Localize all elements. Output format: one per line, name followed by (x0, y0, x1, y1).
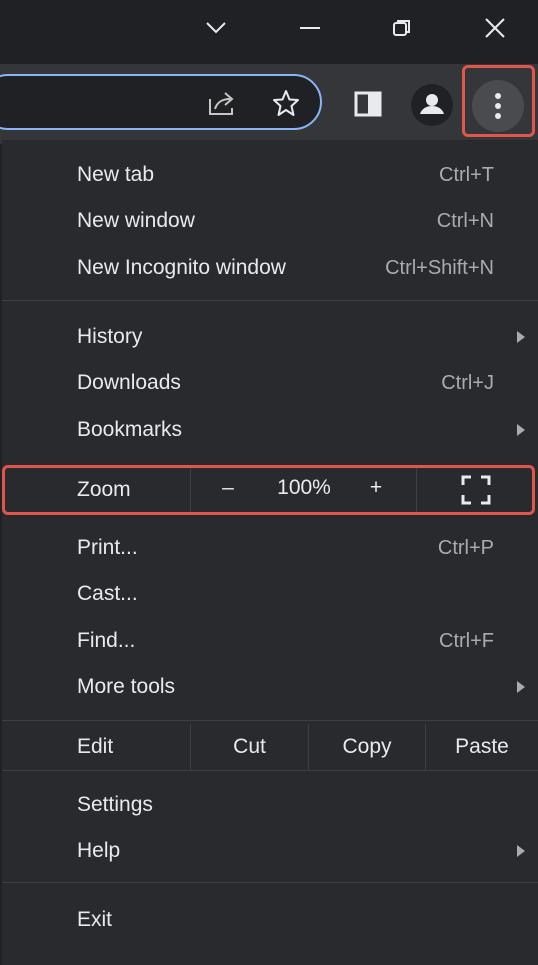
cut-button[interactable]: Cut (191, 724, 308, 770)
zoom-row-highlight (2, 465, 535, 515)
title-bar (0, 0, 538, 64)
side-panel-button[interactable] (350, 86, 386, 122)
menu-item-label: More tools (77, 675, 176, 698)
copy-button[interactable]: Copy (309, 724, 425, 770)
menu-item-label: Help (77, 839, 121, 862)
star-icon (273, 90, 299, 116)
edit-label: Edit (77, 735, 114, 758)
menu-item-label: New window (77, 209, 195, 232)
menu-item-shortcut: Ctrl+N (436, 209, 494, 232)
menu-item-exit[interactable]: Exit (2, 897, 538, 943)
close-icon (485, 18, 505, 38)
tab-search-button[interactable] (196, 10, 236, 46)
menu-item-history[interactable]: History (2, 314, 538, 360)
menu-item-find[interactable]: Find... Ctrl+F (2, 618, 538, 664)
chrome-main-menu: New tab Ctrl+T New window Ctrl+N New Inc… (2, 140, 538, 965)
close-button[interactable] (475, 10, 515, 46)
menu-item-shortcut: Ctrl+J (441, 371, 494, 394)
more-menu-highlight (462, 65, 535, 137)
menu-item-label: Cast... (77, 582, 138, 605)
menu-item-label: Settings (77, 793, 153, 816)
submenu-arrow-icon (517, 845, 525, 857)
menu-item-label: Exit (77, 908, 113, 931)
menu-item-bookmarks[interactable]: Bookmarks (2, 407, 538, 453)
restore-icon (393, 20, 410, 36)
menu-separator (2, 770, 538, 771)
toolbar (0, 64, 538, 144)
menu-item-label: Downloads (77, 371, 181, 394)
menu-item-label: New tab (77, 163, 155, 186)
menu-item-new-tab[interactable]: New tab Ctrl+T (2, 152, 538, 198)
minimize-button[interactable] (290, 10, 330, 46)
menu-item-new-window[interactable]: New window Ctrl+N (2, 198, 538, 244)
share-icon (209, 92, 234, 115)
menu-item-cast[interactable]: Cast... (2, 571, 538, 617)
menu-item-downloads[interactable]: Downloads Ctrl+J (2, 360, 538, 406)
bookmark-star-button[interactable] (268, 86, 304, 120)
profile-icon (411, 84, 453, 126)
submenu-arrow-icon (517, 681, 525, 693)
menu-item-shortcut: Ctrl+P (437, 536, 494, 559)
menu-item-label: New Incognito window (77, 256, 286, 279)
menu-item-shortcut: Ctrl+Shift+N (385, 256, 494, 279)
menu-item-label: Bookmarks (77, 418, 183, 441)
menu-item-more-tools[interactable]: More tools (2, 664, 538, 710)
menu-item-shortcut: Ctrl+F (439, 629, 494, 652)
paste-button[interactable]: Paste (426, 724, 538, 770)
submenu-arrow-icon (517, 331, 525, 343)
chevron-down-icon (206, 22, 226, 34)
menu-item-label: History (77, 325, 143, 348)
restore-button[interactable] (382, 10, 422, 46)
menu-item-label: Find... (77, 629, 136, 652)
menu-separator (2, 720, 538, 721)
menu-separator (2, 882, 538, 883)
side-panel-icon (354, 91, 382, 117)
menu-item-settings[interactable]: Settings (2, 782, 538, 828)
menu-item-shortcut: Ctrl+T (439, 163, 494, 186)
menu-item-label: Print... (77, 536, 138, 559)
menu-item-print[interactable]: Print... Ctrl+P (2, 525, 538, 571)
submenu-arrow-icon (517, 424, 525, 436)
minimize-icon (300, 27, 320, 29)
share-button[interactable] (204, 86, 240, 120)
profile-button[interactable] (410, 83, 454, 127)
address-bar[interactable] (0, 74, 322, 130)
menu-item-new-incognito-window[interactable]: New Incognito window Ctrl+Shift+N (2, 245, 538, 291)
menu-item-help[interactable]: Help (2, 828, 538, 874)
menu-separator (2, 300, 538, 301)
